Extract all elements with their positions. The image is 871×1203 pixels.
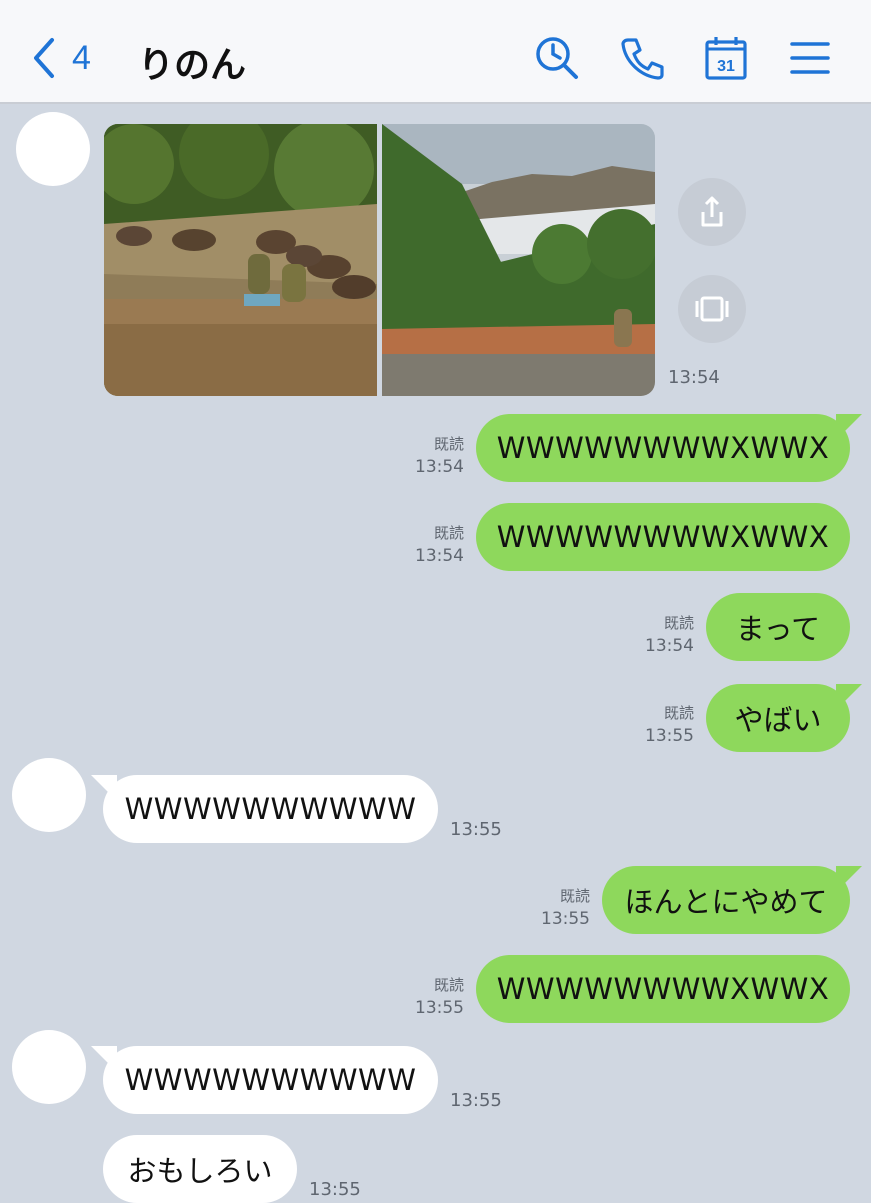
unread-count: 4 [72,38,91,77]
received-message-bubble[interactable]: WWWWWWWWWW [103,1046,438,1114]
message-meta: 既読 13:54 [645,612,694,658]
sent-message-bubble[interactable]: ほんとにやめて [602,866,850,934]
message-time: 13:55 [450,1090,502,1111]
received-message-bubble[interactable]: WWWWWWWWWW [103,775,438,843]
album-button[interactable] [678,275,746,343]
message-text: WWWWWWWWXWWX [496,431,830,465]
read-receipt: 既読 [433,524,464,542]
read-receipt: 既読 [433,435,464,453]
album-icon [695,296,729,322]
message-time: 13:55 [415,998,464,1018]
message-time: 13:54 [415,546,464,566]
received-message-bubble[interactable]: おもしろい [103,1135,297,1203]
message-text: まって [735,612,821,646]
message-time: 13:55 [541,909,590,929]
message-meta: 既読 13:54 [415,433,464,479]
read-receipt: 既読 [559,887,590,905]
read-receipt: 既読 [663,614,694,632]
message-meta: 既読 13:54 [415,522,464,568]
sent-message-bubble[interactable]: やばい [706,684,850,752]
message-time: 13:54 [645,636,694,656]
photo-capybaras[interactable] [104,124,377,396]
read-receipt: 既読 [433,976,464,994]
message-text: WWWWWWWWXWWX [496,972,830,1006]
message-text: WWWWWWWWXWWX [496,520,830,554]
share-button[interactable] [678,178,746,246]
message-time: 13:55 [450,819,502,840]
avatar[interactable] [12,758,86,832]
sent-message-bubble[interactable]: まって [706,593,850,661]
message-time: 13:55 [309,1179,361,1200]
avatar[interactable] [16,112,90,186]
photo-jungle-river[interactable] [382,124,655,396]
back-button[interactable]: 4 [30,36,91,80]
sent-message-bubble[interactable]: WWWWWWWWXWWX [476,503,850,571]
message-text: ほんとにやめて [624,885,828,919]
back-chevron-icon [34,38,54,78]
message-time: 13:54 [415,457,464,477]
chat-header: 4 りのん 31 [0,0,871,104]
phone-icon[interactable] [618,34,666,82]
avatar[interactable] [12,1030,86,1104]
message-meta: 既読 13:55 [415,974,464,1020]
calendar-day: 31 [717,58,735,75]
sent-message-bubble[interactable]: WWWWWWWWXWWX [476,955,850,1023]
share-icon [701,196,723,227]
message-meta: 既読 13:55 [645,702,694,748]
message-meta: 既読 13:55 [541,885,590,931]
calendar-icon[interactable]: 31 [702,34,750,82]
message-text: おもしろい [127,1154,273,1188]
search-clock-icon[interactable] [533,34,581,82]
message-time: 13:55 [645,726,694,746]
read-receipt: 既読 [663,704,694,722]
chat-title: りのん [138,45,247,86]
message-text: WWWWWWWWWW [124,1063,417,1097]
menu-icon[interactable] [786,34,834,82]
message-text: やばい [734,703,822,737]
message-time: 13:54 [668,367,720,388]
sent-message-bubble[interactable]: WWWWWWWWXWWX [476,414,850,482]
message-text: WWWWWWWWWW [124,792,417,826]
